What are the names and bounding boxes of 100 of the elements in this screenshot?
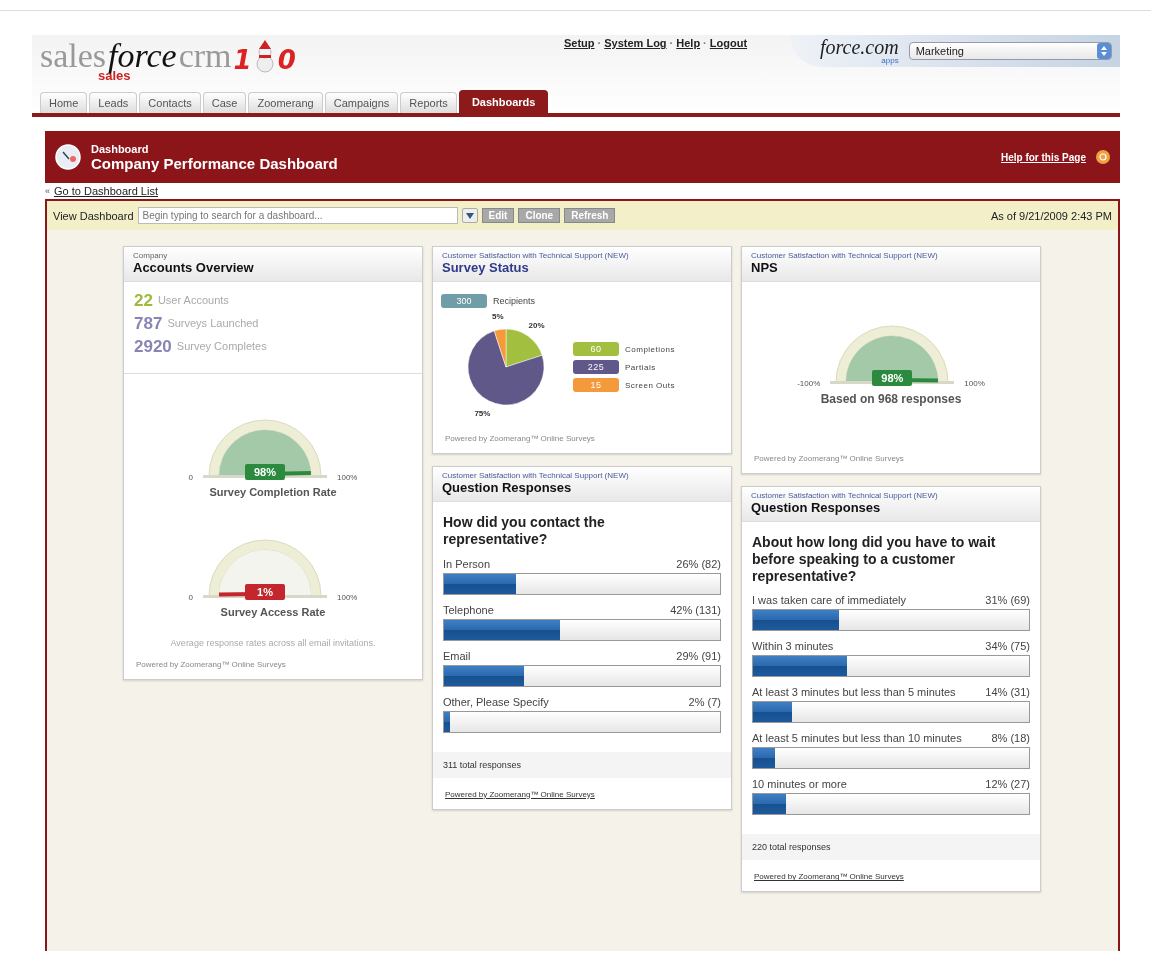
header-link[interactable]: Help bbox=[676, 37, 701, 49]
card-subtitle: Company bbox=[133, 251, 169, 260]
slice-label: 20% bbox=[528, 320, 545, 330]
answer-label: I was taken care of immediately bbox=[752, 594, 908, 607]
card-subtitle: Customer Satisfaction with Technical Support (NEW) bbox=[442, 471, 630, 480]
app-select[interactable]: Marketing bbox=[908, 42, 1112, 60]
answer-reading: 42% (131) bbox=[670, 603, 721, 616]
answer-label: Within 3 minutes bbox=[752, 640, 835, 653]
slice-label: 5% bbox=[492, 312, 504, 321]
question-text: How did you contact the representative? bbox=[443, 514, 606, 548]
toolbar-label: View Dashboard bbox=[53, 209, 134, 222]
scale-label: 0 bbox=[188, 593, 193, 602]
answer-reading: 14% (31) bbox=[985, 686, 1030, 699]
scale-label: 100% bbox=[964, 379, 985, 388]
card-title: Question Responses bbox=[751, 500, 882, 515]
gauge-caption: Survey Access Rate bbox=[220, 606, 326, 618]
nav-tab[interactable]: Leads bbox=[89, 92, 138, 113]
snowman-icon bbox=[253, 39, 276, 73]
gauge-caption: Based on 968 responses bbox=[820, 392, 962, 406]
stat-label: User Accounts bbox=[157, 295, 229, 306]
page-title: Company Performance Dashboard bbox=[91, 154, 339, 172]
logo-mark: 0 bbox=[277, 47, 296, 73]
legend-count: 60 bbox=[573, 342, 619, 356]
logo-text: sales bbox=[40, 39, 107, 73]
recipients-label: Recipients bbox=[493, 296, 536, 306]
answer-label: Telephone bbox=[443, 603, 495, 616]
banner-kicker: Dashboard bbox=[91, 142, 150, 155]
help-link[interactable]: Help for this Page bbox=[1001, 151, 1086, 163]
card-subtitle: Customer Satisfaction with Technical Support (NEW) bbox=[442, 251, 630, 260]
scale-label: -100% bbox=[797, 379, 821, 388]
nav-tab[interactable]: Home bbox=[40, 92, 88, 113]
legend-count: 15 bbox=[573, 378, 619, 392]
header-link[interactable]: System Log bbox=[604, 37, 667, 49]
logo-text: crm bbox=[178, 39, 232, 73]
total-responses: 220 total responses bbox=[742, 834, 1040, 861]
gauge-reading: 1% bbox=[245, 584, 285, 600]
legend-label: Partials bbox=[625, 362, 656, 372]
stat-label: Surveys Launched bbox=[167, 318, 259, 329]
nav-tab[interactable]: Reports bbox=[400, 92, 457, 113]
header-link[interactable]: Setup bbox=[564, 37, 595, 49]
powered-by-link[interactable]: Powered by Zoomerang™ Online Surveys bbox=[742, 860, 1040, 892]
answer-reading: 8% (18) bbox=[991, 732, 1030, 745]
note-text: Average response rates across all email invitations. bbox=[169, 638, 377, 648]
answer-reading: 26% (82) bbox=[676, 557, 721, 570]
dropdown-button[interactable] bbox=[461, 208, 478, 223]
nav-tab[interactable]: Campaigns bbox=[324, 92, 399, 113]
scale-label: 100% bbox=[337, 593, 358, 602]
link-separator: · bbox=[703, 37, 707, 49]
answer-label: At least 3 minutes but less than 5 minutes bbox=[752, 686, 957, 699]
header-link[interactable]: Logout bbox=[709, 37, 748, 49]
legend-label: Screen Outs bbox=[625, 380, 675, 390]
answer-reading: 12% (27) bbox=[985, 778, 1030, 791]
question-text: About how long did you have to wait before speaking to a customer representative? bbox=[752, 534, 997, 585]
total-responses: 311 total responses bbox=[433, 751, 731, 778]
powered-by-link[interactable]: Powered by Zoomerang™ Online Surveys bbox=[433, 777, 731, 809]
count-badge: 300 bbox=[441, 294, 487, 308]
card-title: NPS bbox=[751, 260, 779, 275]
gauge-caption: Survey Completion Rate bbox=[209, 486, 337, 498]
card-title[interactable]: Survey Status bbox=[442, 260, 722, 275]
timestamp: As of 9/21/2009 2:43 PM bbox=[990, 209, 1112, 222]
stat-value: 787 bbox=[134, 315, 163, 332]
gauge-reading: 98% bbox=[872, 370, 913, 386]
dashboard-search-field[interactable]: Begin typing to search for a dashboard... bbox=[137, 207, 458, 224]
answer-reading: 34% (75) bbox=[985, 640, 1030, 653]
legend-count: 225 bbox=[573, 360, 619, 374]
logo-mark: 1 bbox=[233, 47, 252, 73]
slice-label: 75% bbox=[474, 409, 491, 419]
answer-label: Email bbox=[443, 649, 472, 662]
card-subtitle: Customer Satisfaction with Technical Support (NEW) bbox=[751, 251, 939, 260]
dashboard-icon bbox=[55, 144, 81, 170]
answer-label: At least 5 minutes but less than 10 minutes bbox=[752, 732, 963, 745]
gauge-reading: 98% bbox=[245, 464, 285, 480]
nav-tab[interactable]: Contacts bbox=[139, 92, 201, 113]
answer-label: 10 minutes or more bbox=[752, 778, 848, 791]
answer-reading: 29% (91) bbox=[676, 649, 721, 662]
legend-label: Completions bbox=[625, 344, 675, 354]
powered-by-text: Powered by Zoomerang™ Online Surveys bbox=[135, 659, 287, 671]
help-icon[interactable] bbox=[1096, 150, 1110, 164]
stat-value: 22 bbox=[134, 292, 153, 309]
stat-label: Survey Completes bbox=[176, 341, 267, 352]
card-subtitle: Customer Satisfaction with Technical Support (NEW) bbox=[751, 491, 939, 500]
brand-subtitle: apps bbox=[881, 57, 899, 65]
nav-tab[interactable]: Case bbox=[202, 92, 247, 113]
nav-tab[interactable]: Zoomerang bbox=[248, 92, 323, 113]
nav-tab[interactable]: Dashboards bbox=[458, 90, 549, 113]
brand-name: force.com bbox=[820, 37, 899, 57]
scale-label: 0 bbox=[188, 473, 193, 482]
answer-label: Other, Please Specify bbox=[443, 695, 550, 708]
logo-text: force bbox=[108, 39, 177, 73]
answer-reading: 2% (7) bbox=[688, 695, 721, 708]
powered-by-text: Powered by Zoomerang™ Online Surveys bbox=[444, 433, 596, 445]
answer-label: In Person bbox=[443, 557, 492, 570]
link-separator: · bbox=[597, 37, 602, 49]
card-title: Accounts Overview bbox=[133, 260, 255, 275]
card-title: Question Responses bbox=[442, 480, 573, 495]
answer-reading: 31% (69) bbox=[985, 594, 1030, 607]
back-arrow: « bbox=[45, 186, 50, 196]
link-separator: · bbox=[669, 37, 674, 49]
dashboard-list-link[interactable]: Go to Dashboard List bbox=[54, 185, 158, 197]
caret-icon bbox=[465, 212, 474, 219]
